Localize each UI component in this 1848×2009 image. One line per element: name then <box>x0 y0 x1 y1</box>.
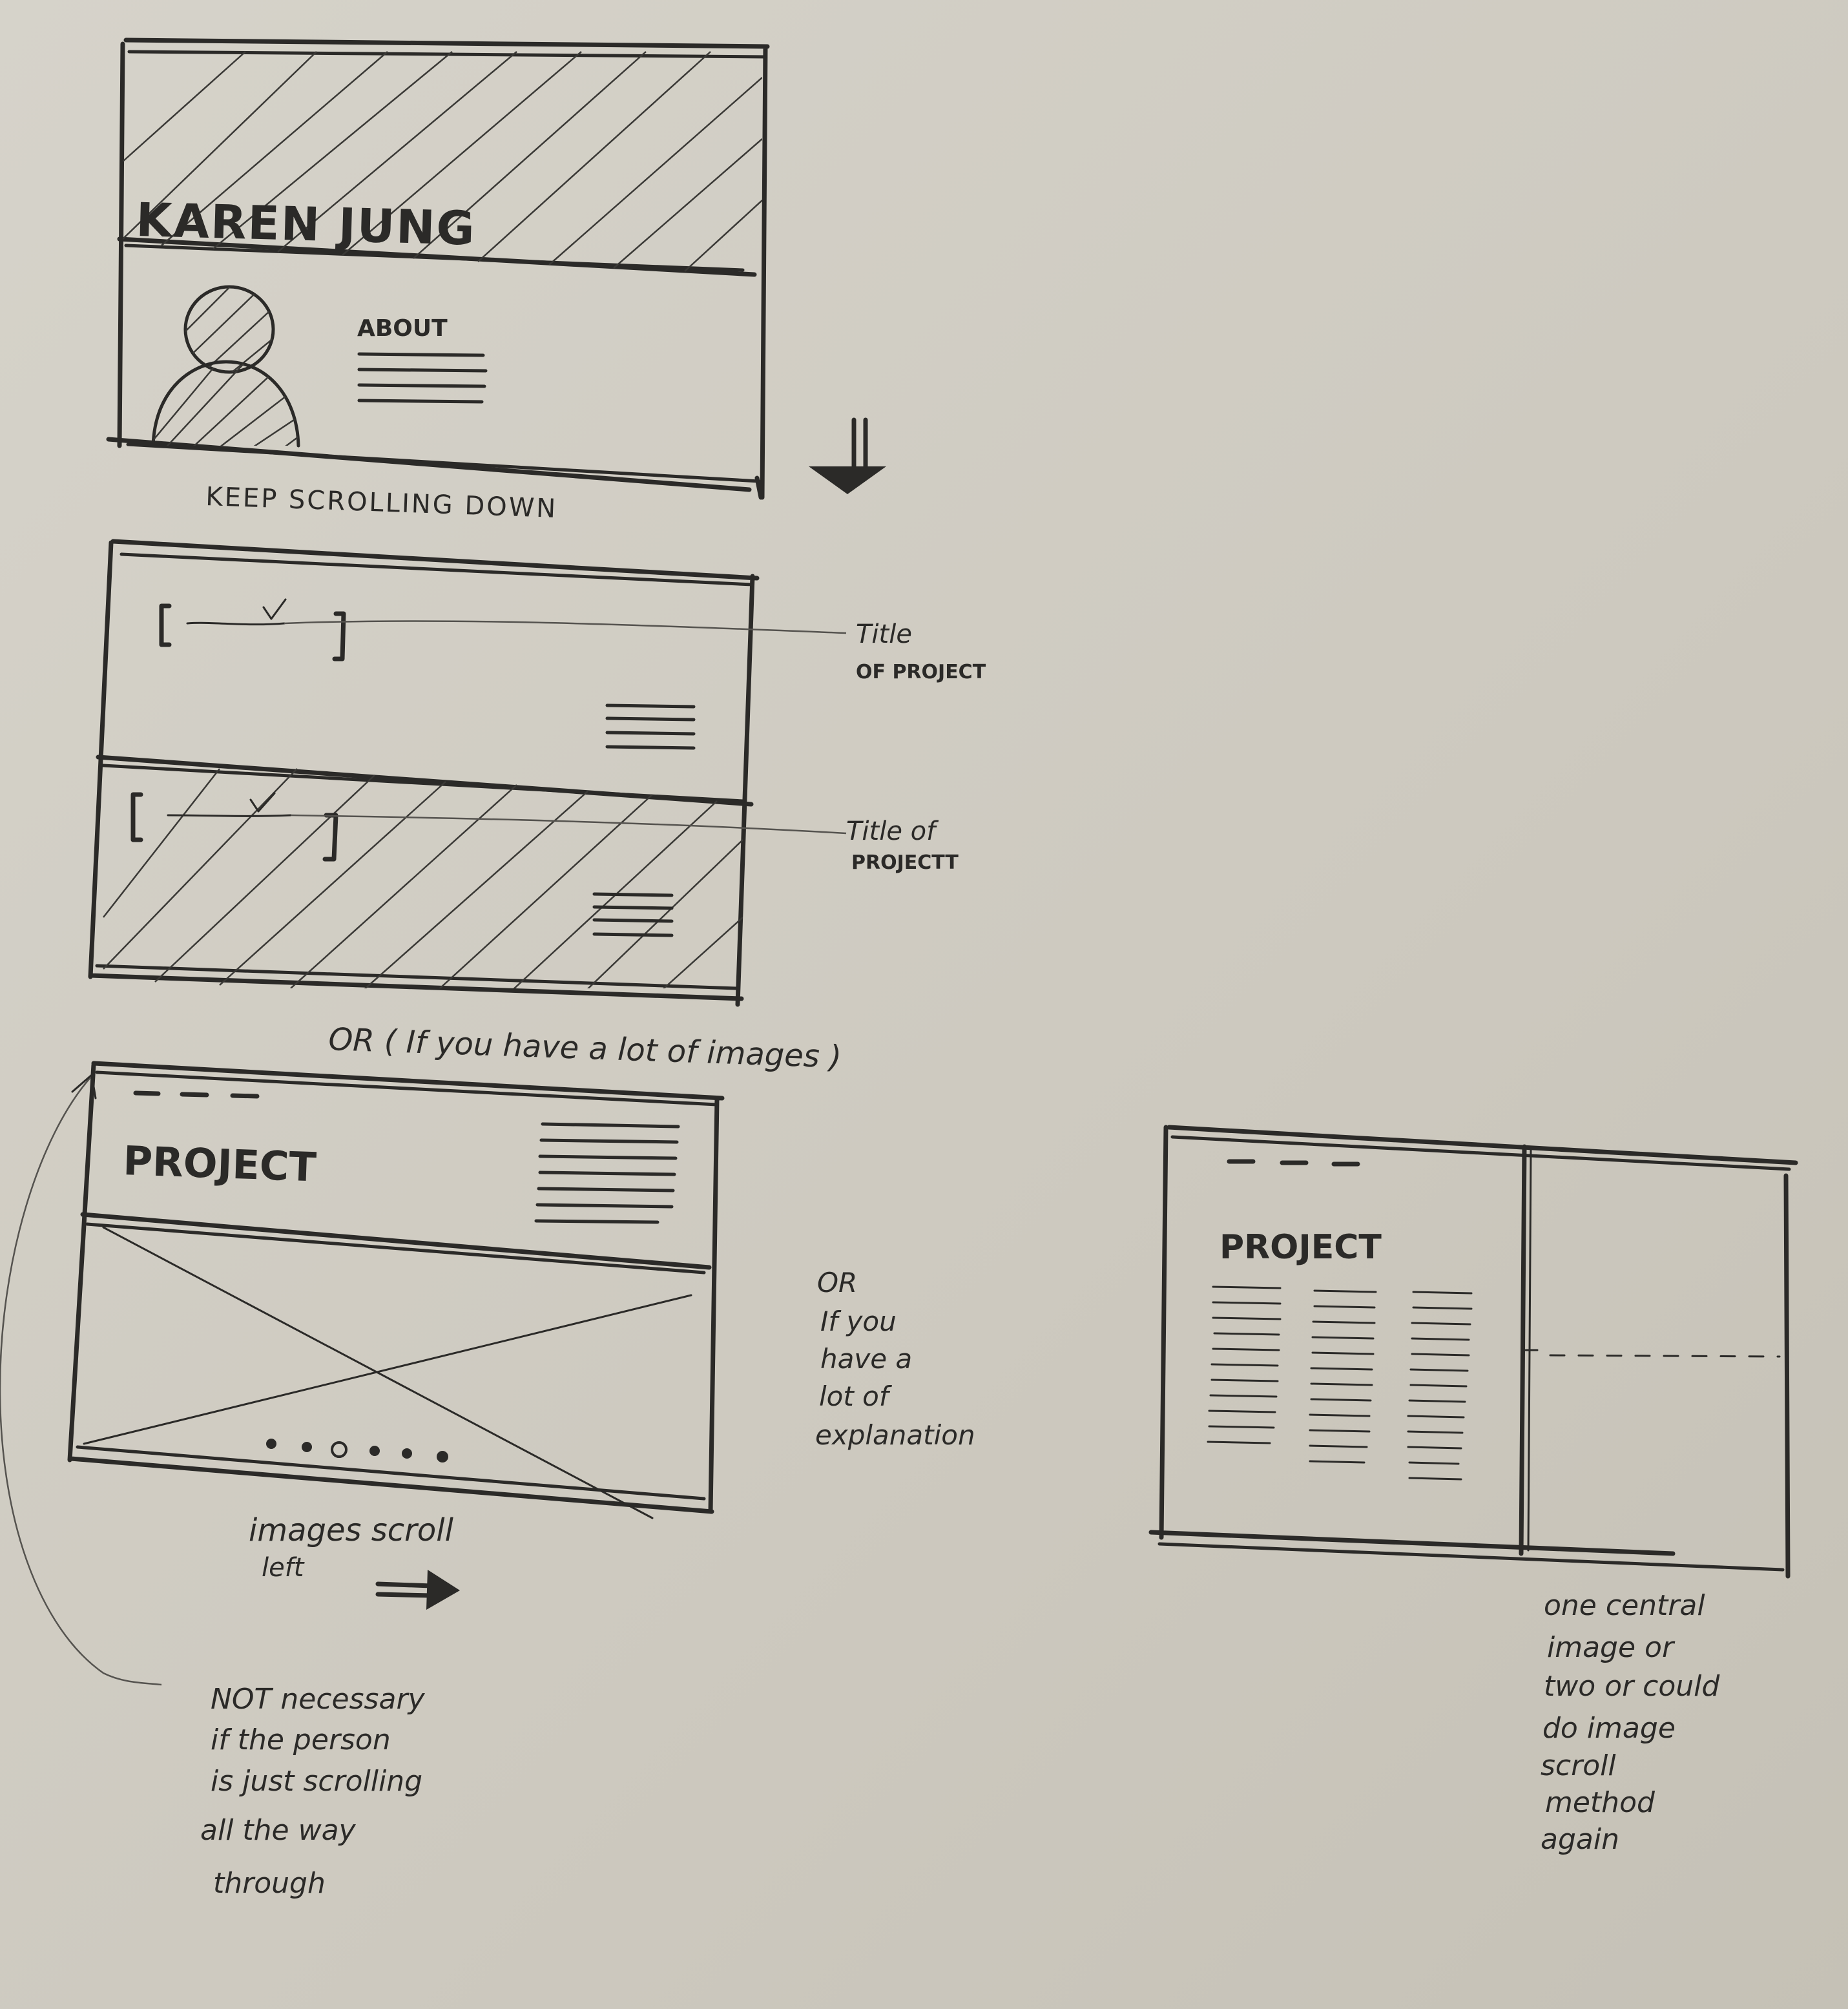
two-column-caption-line2: image or <box>1547 1631 1676 1664</box>
image-scroll-project-title: PROJECT <box>122 1137 317 1191</box>
middle-note-line1: OR <box>817 1267 857 1298</box>
middle-note-line3: have a <box>820 1343 912 1375</box>
middle-note-line2: If you <box>820 1306 897 1337</box>
nav-dashes-two-column <box>1227 1159 1360 1167</box>
landing-title: KAREN JUNG <box>136 193 477 256</box>
two-column-caption-line5: scroll <box>1541 1749 1616 1782</box>
two-column-caption-line3: two or could <box>1544 1670 1720 1703</box>
image-scroll-caption-line2: left <box>262 1553 305 1583</box>
two-column-caption-line7: again <box>1541 1823 1619 1856</box>
two-column-caption-line6: method <box>1545 1786 1656 1819</box>
middle-note-line5: explanation <box>815 1419 975 1451</box>
two-column-caption-line1: one central <box>1544 1589 1705 1622</box>
image-scroll-caption-line1: images scroll <box>249 1512 454 1548</box>
about-label: ABOUT <box>357 315 448 342</box>
annotation-bottom-line1: Title of <box>846 817 939 846</box>
side-note-line2: if the person <box>211 1723 391 1756</box>
side-note-line5: through <box>213 1867 326 1900</box>
middle-note-line4: lot of <box>819 1380 893 1412</box>
annotation-bottom-line2: PROJECTT <box>851 851 959 874</box>
annotation-top-line2: OF PROJECT <box>856 661 986 683</box>
side-note-line3: is just scrolling <box>211 1765 422 1798</box>
two-column-caption-line4: do image <box>1542 1712 1676 1745</box>
side-note-line4: all the way <box>200 1814 357 1847</box>
side-note-line1: NOT necessary <box>211 1683 426 1716</box>
sketch-paper: KAREN JUNG ABOUT KEEP SCROLLING DOWN Tit… <box>0 0 1848 2009</box>
annotation-top-line1: Title <box>856 619 912 649</box>
two-column-project-title: PROJECT <box>1220 1228 1382 1267</box>
